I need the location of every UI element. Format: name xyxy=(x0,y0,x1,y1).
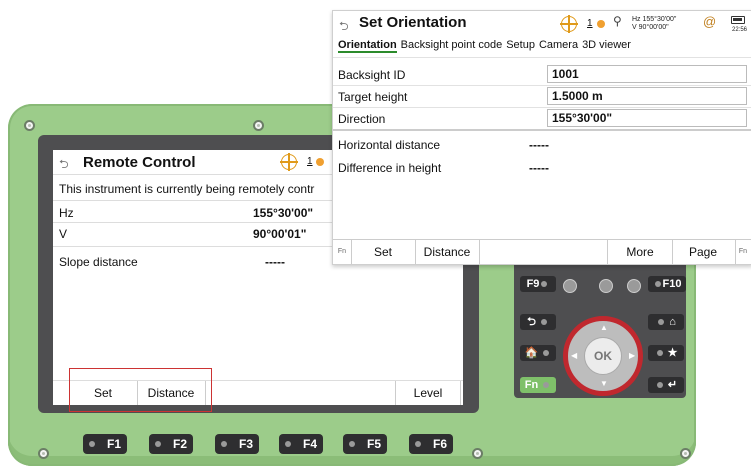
page-title: Remote Control xyxy=(83,154,196,171)
prism-number: 1 xyxy=(587,18,593,29)
tab-camera[interactable]: Camera xyxy=(539,39,578,51)
home-key[interactable]: ⌂ xyxy=(648,314,684,330)
backsight-id-field[interactable]: 1001 xyxy=(547,65,747,83)
divider xyxy=(333,85,751,86)
clock: 22:56 xyxy=(732,27,748,33)
f5-key[interactable]: F5 xyxy=(343,434,387,454)
f9-key-label: F9 xyxy=(526,278,540,290)
navigation-ring[interactable]: ▲ ▼ ◀ ▶ OK xyxy=(563,316,643,396)
down-arrow-icon[interactable]: ▼ xyxy=(600,379,608,388)
softkey-bar: Fn Set Distance More Page Fn xyxy=(333,239,751,264)
set-button[interactable]: Set xyxy=(351,240,416,264)
f3-key[interactable]: F3 xyxy=(215,434,259,454)
fn-key[interactable]: Fn xyxy=(520,377,556,393)
hz-status: Hz 155°30'00" xyxy=(632,16,677,23)
divider xyxy=(333,57,751,58)
key-round[interactable] xyxy=(599,279,613,293)
back-key[interactable]: ⮌ xyxy=(520,314,556,330)
enter-key[interactable]: ↵ xyxy=(648,377,684,393)
f9-key[interactable]: F9 xyxy=(520,276,556,292)
prism-icon xyxy=(597,20,605,28)
horizontal-distance-label: Horizontal distance xyxy=(338,138,441,152)
horizontal-distance-value: ----- xyxy=(529,138,549,152)
tab-3d-viewer[interactable]: 3D viewer xyxy=(582,39,631,51)
set-orientation-panel: ⮌ Set Orientation 1 ⚲ Hz 155°30'00" V 90… xyxy=(332,10,751,265)
v-value: 90°00'01" xyxy=(253,227,307,241)
screw-icon xyxy=(24,120,35,131)
page-title: Set Orientation xyxy=(359,14,467,31)
connection-icon: @ xyxy=(703,14,717,29)
backsight-id-label: Backsight ID xyxy=(338,68,406,82)
fn-indicator: Fn xyxy=(738,248,748,255)
remote-info-text: This instrument is currently being remot… xyxy=(59,182,315,196)
battery-icon xyxy=(731,16,745,24)
tab-orientation[interactable]: Orientation xyxy=(338,39,397,53)
tab-backsight-point-code[interactable]: Backsight point code xyxy=(401,39,503,51)
f4-key[interactable]: F4 xyxy=(279,434,323,454)
fn-key-label: Fn xyxy=(524,379,539,391)
direction-field[interactable]: 155°30'00" xyxy=(547,109,747,127)
direction-label: Direction xyxy=(338,112,386,126)
left-arrow-icon[interactable]: ◀ xyxy=(571,351,577,360)
highlight-annotation xyxy=(69,368,212,412)
star-key[interactable]: ★ xyxy=(648,345,684,361)
screw-icon xyxy=(38,448,49,459)
page-button[interactable]: Page xyxy=(671,240,736,264)
divider xyxy=(333,129,751,131)
f10-key-label: F10 xyxy=(662,278,682,290)
prism-number: 1 xyxy=(307,156,313,167)
f2-key[interactable]: F2 xyxy=(149,434,193,454)
slope-distance-value: ----- xyxy=(265,255,285,269)
target-icon[interactable] xyxy=(280,153,298,171)
divider xyxy=(333,107,751,108)
more-button[interactable]: More xyxy=(607,240,673,264)
instrument-icon: ⚲ xyxy=(613,14,622,28)
angle-status: Hz 155°30'00" V 90°00'00" xyxy=(632,16,676,32)
tab-bar: Orientation Backsight point code Setup Came… xyxy=(338,39,635,53)
screw-icon xyxy=(472,448,483,459)
f6-key[interactable]: F6 xyxy=(409,434,453,454)
screw-icon xyxy=(680,448,691,459)
target-height-label: Target height xyxy=(338,90,408,104)
f10-key[interactable]: F10 xyxy=(648,276,686,292)
fn-indicator: Fn xyxy=(333,240,352,264)
difference-in-height-value: ----- xyxy=(529,161,549,175)
back-icon[interactable]: ⮌ xyxy=(59,155,69,176)
v-status: V 90°00'00" xyxy=(632,24,669,31)
key-round[interactable] xyxy=(563,279,577,293)
target-height-field[interactable]: 1.5000 m xyxy=(547,87,747,105)
slope-distance-label: Slope distance xyxy=(59,255,138,269)
up-arrow-icon[interactable]: ▲ xyxy=(600,323,608,332)
prism-icon xyxy=(316,158,324,166)
tab-setup[interactable]: Setup xyxy=(506,39,535,51)
right-arrow-icon[interactable]: ▶ xyxy=(629,351,635,360)
key-round[interactable] xyxy=(627,279,641,293)
distance-button[interactable]: Distance xyxy=(415,240,480,264)
v-label: V xyxy=(59,227,68,241)
hz-value: 155°30'00" xyxy=(253,206,314,220)
level-button[interactable]: Level xyxy=(395,381,461,405)
hz-label: Hz xyxy=(59,206,74,220)
favorite-key[interactable]: 🏠 xyxy=(520,345,556,361)
ok-button[interactable]: OK xyxy=(584,337,622,375)
target-icon[interactable] xyxy=(560,15,578,33)
back-icon[interactable]: ⮌ xyxy=(339,17,349,38)
screw-icon xyxy=(253,120,264,131)
difference-in-height-label: Difference in height xyxy=(338,161,442,175)
f1-key[interactable]: F1 xyxy=(83,434,127,454)
